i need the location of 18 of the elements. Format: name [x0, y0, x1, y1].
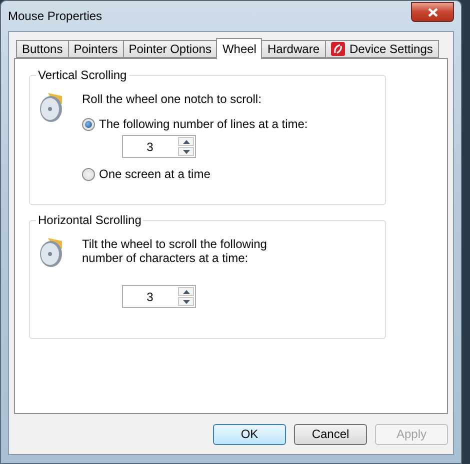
tab[interactable]: Hardware	[261, 40, 326, 58]
tab[interactable]: Device Settings	[324, 40, 439, 58]
tab[interactable]: Pointers	[68, 40, 124, 58]
dialog-button[interactable]: OK	[213, 424, 286, 444]
prompt-text: Roll the wheel one notch to scroll:	[82, 92, 262, 106]
group-title: Vertical Scrolling	[36, 68, 129, 82]
radio-option[interactable]: The following number of lines at a time:	[82, 117, 308, 131]
close-icon	[428, 8, 438, 16]
radio-option[interactable]: One screen at a time	[82, 167, 308, 181]
prompt-text: Tilt the wheel to scroll the following number of characters at a time:	[82, 237, 268, 265]
tab[interactable]: Buttons	[16, 40, 69, 58]
tab[interactable]: Wheel	[216, 38, 262, 59]
close-button[interactable]	[411, 2, 454, 22]
tab[interactable]: Pointer Options	[122, 40, 218, 58]
device-logo-icon	[330, 42, 344, 56]
dialog-button[interactable]: Cancel	[294, 424, 367, 444]
window-title: Mouse Properties	[8, 9, 102, 23]
group-title: Horizontal Scrolling	[36, 213, 144, 227]
